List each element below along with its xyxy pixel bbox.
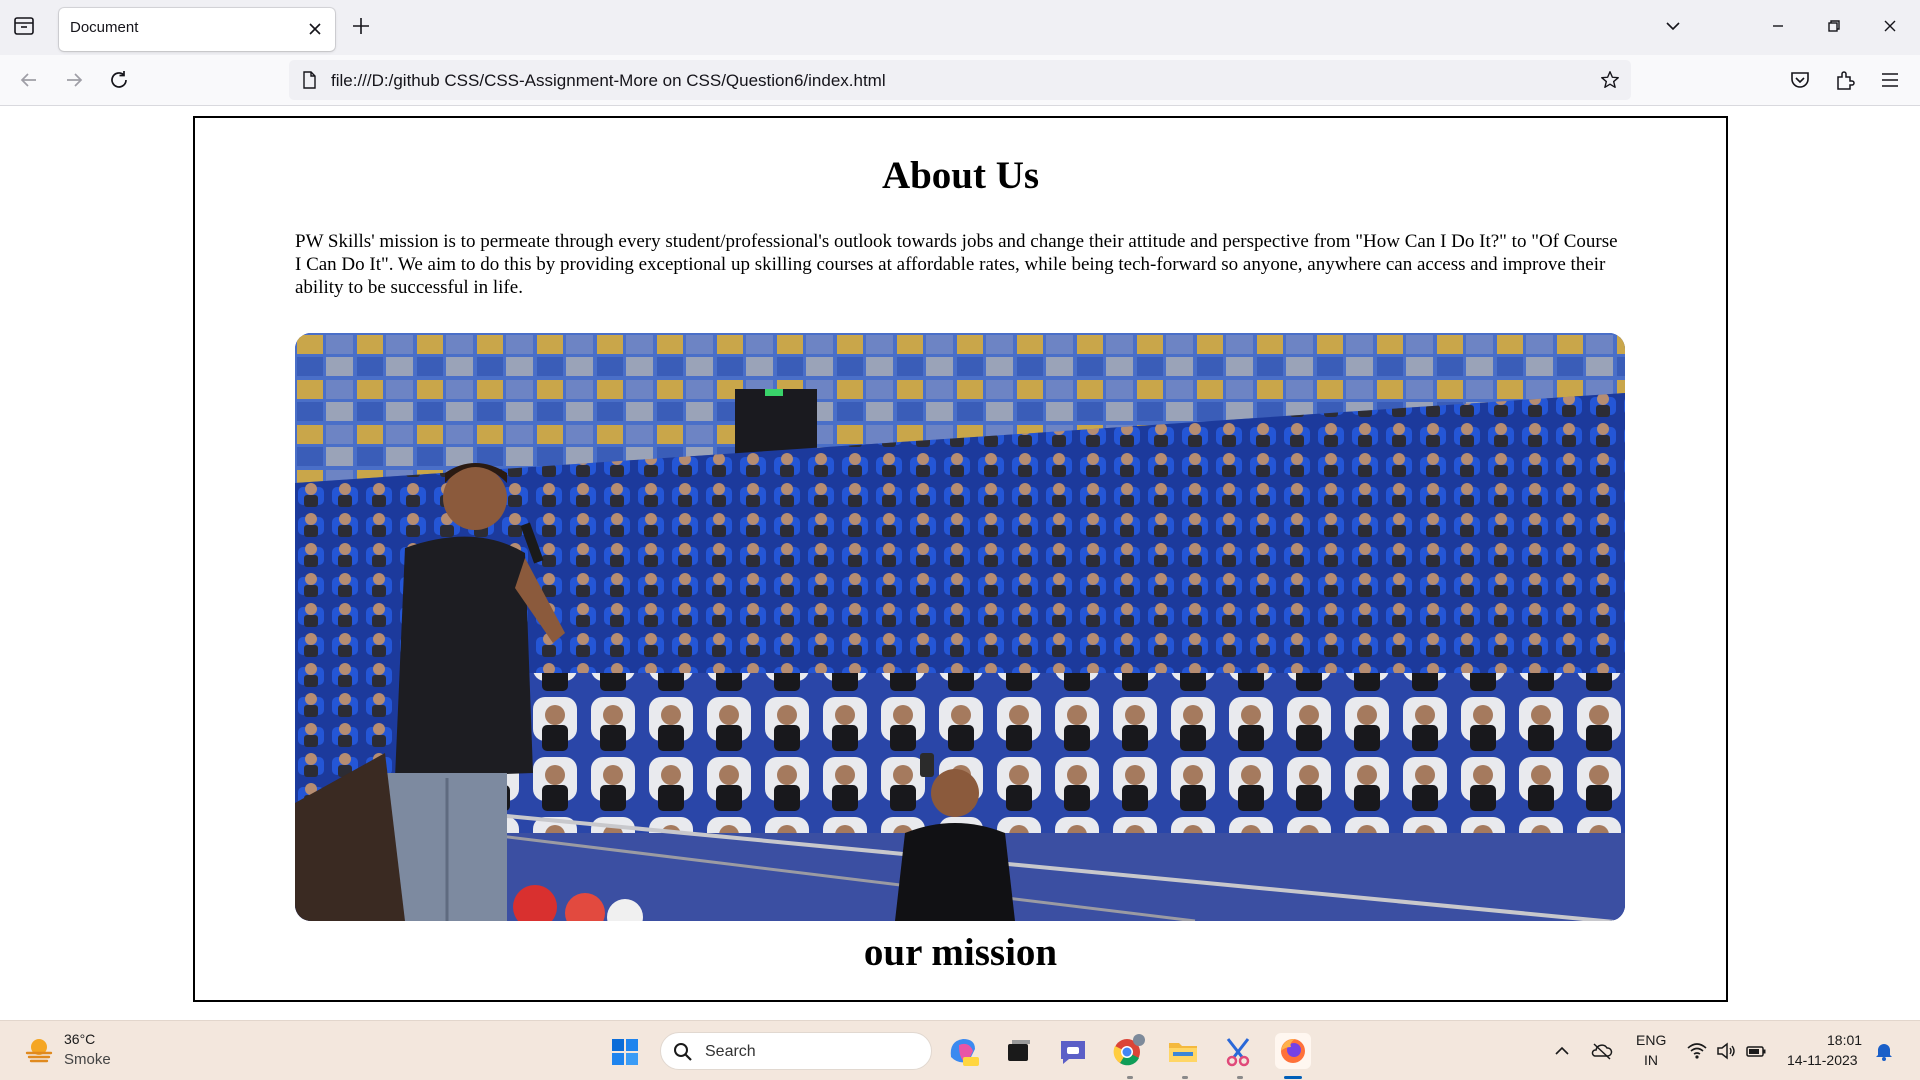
search-label: Search bbox=[705, 1043, 756, 1060]
clock-date[interactable]: 14-11-2023 bbox=[1787, 1052, 1858, 1068]
volume-icon[interactable] bbox=[1715, 1040, 1737, 1062]
url-text[interactable]: file:///D:/github CSS/CSS-Assignment-Mor… bbox=[331, 71, 886, 91]
close-tab-icon[interactable] bbox=[305, 19, 325, 39]
wifi-icon[interactable] bbox=[1686, 1040, 1708, 1062]
teams-chat-icon[interactable] bbox=[1055, 1033, 1091, 1069]
browser-nav-bar: file:///D:/github CSS/CSS-Assignment-Mor… bbox=[0, 55, 1920, 106]
auditorium-illustration bbox=[295, 333, 1625, 921]
windows-taskbar: 36°C Smoke Search ENG IN 18:01 14-11-202… bbox=[0, 1020, 1920, 1080]
notification-bell-icon[interactable] bbox=[1873, 1040, 1895, 1062]
firefox-taskbar-button[interactable] bbox=[1275, 1033, 1311, 1069]
reload-icon[interactable] bbox=[107, 68, 131, 92]
document-icon bbox=[303, 71, 316, 89]
list-all-tabs-chevron-icon[interactable] bbox=[1661, 14, 1685, 38]
auditorium-photo bbox=[295, 333, 1625, 921]
browser-tab-bar: Document bbox=[0, 0, 1920, 55]
back-icon[interactable] bbox=[17, 68, 41, 92]
pocket-icon[interactable] bbox=[1788, 68, 1812, 92]
tab-list-icon[interactable] bbox=[12, 14, 36, 38]
onedrive-offline-icon[interactable] bbox=[1591, 1040, 1613, 1062]
search-icon bbox=[674, 1043, 692, 1061]
page-viewport: About Us PW Skills' mission is to permea… bbox=[0, 106, 1920, 1020]
taskbar-search-box[interactable]: Search bbox=[660, 1032, 932, 1070]
copilot-preview-icon[interactable] bbox=[945, 1033, 981, 1069]
chrome-running-indicator bbox=[1127, 1076, 1133, 1079]
weather-condition[interactable]: Smoke bbox=[64, 1051, 111, 1068]
close-window-icon[interactable] bbox=[1878, 14, 1902, 38]
language-indicator-line1[interactable]: ENG bbox=[1636, 1032, 1666, 1048]
extensions-icon[interactable] bbox=[1833, 68, 1857, 92]
show-hidden-icons-chevron-icon[interactable] bbox=[1551, 1040, 1573, 1062]
content-container: About Us PW Skills' mission is to permea… bbox=[193, 116, 1728, 1002]
task-view-icon[interactable] bbox=[1000, 1033, 1036, 1069]
windows-start-icon[interactable] bbox=[610, 1037, 640, 1067]
browser-tab-active[interactable]: Document bbox=[59, 8, 335, 51]
bookmark-star-icon[interactable] bbox=[1599, 69, 1621, 91]
url-bar[interactable]: file:///D:/github CSS/CSS-Assignment-Mor… bbox=[289, 60, 1631, 100]
about-paragraph: PW Skills' mission is to permeate throug… bbox=[295, 231, 1618, 298]
battery-icon[interactable] bbox=[1745, 1040, 1767, 1062]
firefox-active-indicator bbox=[1284, 1076, 1302, 1079]
mission-heading: our mission bbox=[863, 931, 1058, 974]
weather-temperature[interactable]: 36°C bbox=[64, 1031, 95, 1047]
chrome-icon[interactable] bbox=[1110, 1033, 1146, 1069]
menu-hamburger-icon[interactable] bbox=[1878, 68, 1902, 92]
language-indicator-line2[interactable]: IN bbox=[1644, 1052, 1658, 1068]
snipping-running-indicator bbox=[1237, 1076, 1243, 1079]
page-title: About Us bbox=[881, 154, 1040, 197]
snipping-tool-icon[interactable] bbox=[1220, 1033, 1256, 1069]
restore-icon[interactable] bbox=[1822, 14, 1846, 38]
forward-icon[interactable] bbox=[62, 68, 86, 92]
minimize-icon[interactable] bbox=[1766, 14, 1790, 38]
file-explorer-icon[interactable] bbox=[1165, 1033, 1201, 1069]
explorer-running-indicator bbox=[1182, 1076, 1188, 1079]
new-tab-icon[interactable] bbox=[350, 15, 372, 37]
weather-sun-haze-icon[interactable] bbox=[24, 1035, 54, 1065]
clock-time[interactable]: 18:01 bbox=[1827, 1032, 1862, 1048]
firefox-icon bbox=[1281, 1039, 1305, 1063]
tab-title: Document bbox=[70, 19, 139, 36]
